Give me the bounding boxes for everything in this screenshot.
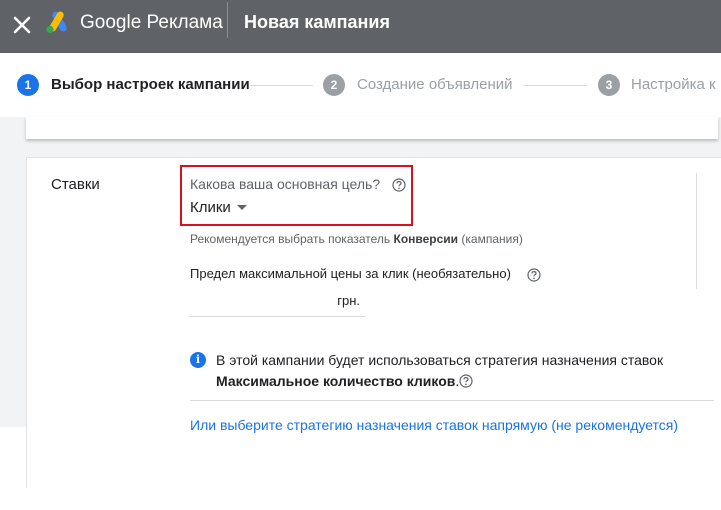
brand-name: Google Реклама [80,12,223,33]
page-title: Новая кампания [244,12,390,32]
close-icon [13,16,31,34]
step-connector [523,85,587,86]
close-button[interactable] [8,11,36,39]
recommendation-suffix: (кампания) [458,232,523,246]
max-cpc-input[interactable]: грн. [189,290,366,317]
vertical-divider [696,173,697,289]
step-1-number[interactable]: 1 [17,74,39,96]
strategy-info-text: В этой кампании будет использоваться стр… [216,352,664,368]
strategy-name: Максимальное количество кликов. [216,373,459,389]
recommendation-text: Рекомендуется выбрать показатель Конверс… [190,232,523,246]
campaign-stepper: 1 Выбор настроек кампании 2 Создание объ… [0,53,721,117]
step-3-number[interactable]: 3 [598,74,620,96]
help-icon[interactable] [527,268,541,282]
strategy-name-text: Максимальное количество кликов [216,373,456,389]
step-2-number[interactable]: 2 [323,74,345,96]
help-icon[interactable] [459,374,473,388]
recommendation-prefix: Рекомендуется выбрать показатель [190,232,394,246]
header-divider [227,2,228,38]
google-ads-logo [46,11,67,34]
step-2-label[interactable]: Создание объявлений [357,76,513,94]
step-3-label[interactable]: Настройка к [631,76,716,94]
recommendation-metric: Конверсии [393,232,459,246]
step-1-label[interactable]: Выбор настроек кампании [51,76,250,94]
max-cpc-label: Предел максимальной цены за клик (необяз… [190,266,511,281]
step-connector [250,85,313,86]
app-header: Google Реклама Новая кампания [0,0,721,53]
previous-section-card [26,117,718,139]
section-divider [190,400,714,401]
info-icon: i [190,352,206,368]
highlight-frame [180,165,413,226]
section-label-bidding: Ставки [51,176,100,193]
currency-suffix: грн. [337,293,360,308]
choose-strategy-link[interactable]: Или выберите стратегию назначения ставок… [190,417,678,433]
